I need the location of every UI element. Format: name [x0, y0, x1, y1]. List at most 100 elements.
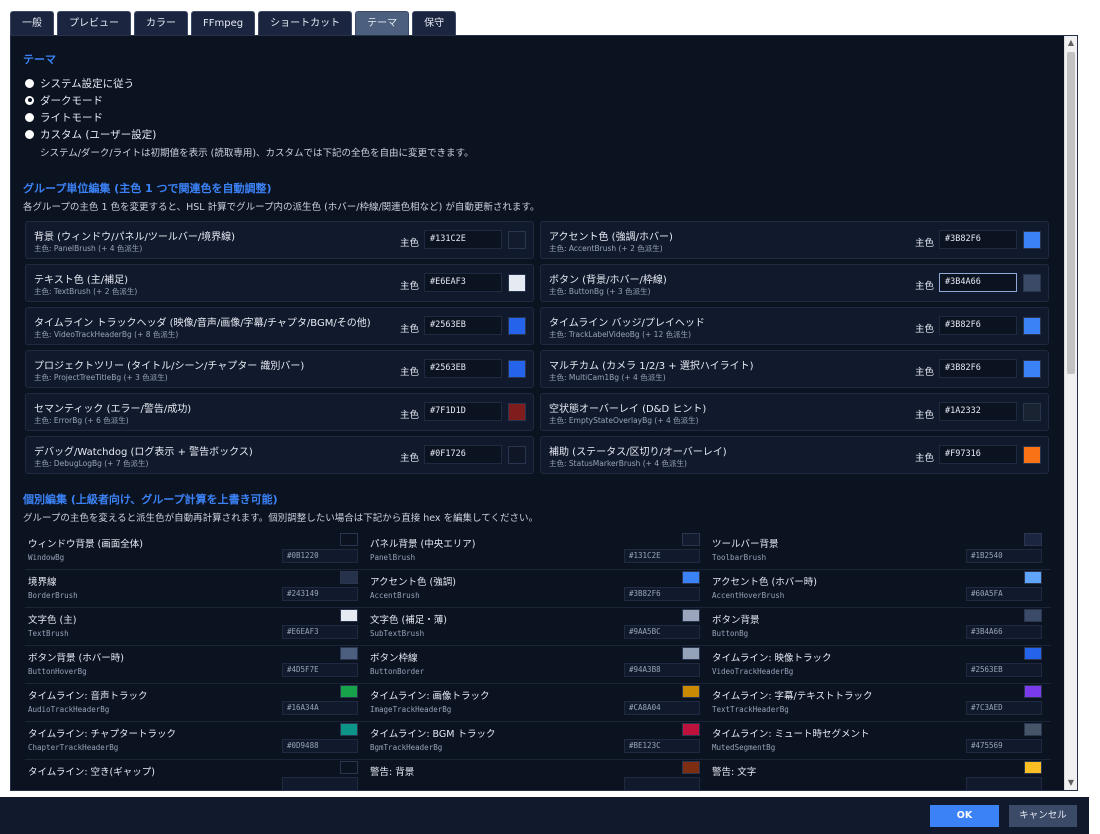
hex-input[interactable]: #131C2E — [624, 549, 700, 563]
group-title: タイムライン バッジ/プレイヘッド — [549, 318, 705, 329]
color-swatch-button[interactable] — [1024, 571, 1042, 584]
hex-input[interactable]: #E6EAF3 — [282, 625, 358, 639]
color-swatch-button[interactable] — [508, 403, 526, 421]
hex-input[interactable]: #CA8A04 — [624, 701, 700, 715]
group-card: ボタン (背景/ホバー/枠線) 主色: ButtonBg (+ 3 色派生) 主色 #… — [540, 264, 1049, 302]
color-swatch-button[interactable] — [508, 231, 526, 249]
primary-hex-input[interactable]: #3B82F6 — [939, 230, 1017, 249]
color-swatch-button[interactable] — [1024, 533, 1042, 546]
color-swatch-button[interactable] — [682, 685, 700, 698]
hex-input[interactable] — [966, 777, 1042, 790]
color-swatch-button[interactable] — [340, 647, 358, 660]
hex-input[interactable]: #243149 — [282, 587, 358, 601]
hex-input[interactable]: #4D5F7E — [282, 663, 358, 677]
tab-5[interactable]: テーマ — [355, 11, 410, 35]
color-item-name: タイムライン: 画像トラック — [370, 691, 490, 702]
scrollbar-thumb[interactable] — [1067, 52, 1075, 374]
primary-hex-input[interactable]: #1A2332 — [939, 402, 1017, 421]
individual-color-item: タイムライン: 空き(ギャップ) — [25, 760, 367, 790]
hex-input[interactable]: #60A5FA — [966, 587, 1042, 601]
color-swatch-button[interactable] — [340, 571, 358, 584]
color-swatch-button[interactable] — [1023, 231, 1041, 249]
theme-option-2[interactable]: ライトモード — [25, 109, 103, 125]
theme-option-3[interactable]: カスタム (ユーザー設定) — [25, 126, 156, 142]
primary-hex-input[interactable]: #131C2E — [424, 230, 502, 249]
primary-hex-input[interactable]: #7F1D1D — [424, 402, 502, 421]
color-swatch-button[interactable] — [1024, 647, 1042, 660]
color-swatch-button[interactable] — [508, 317, 526, 335]
color-swatch-button[interactable] — [1023, 446, 1041, 464]
primary-hex-input[interactable]: #3B82F6 — [939, 316, 1017, 335]
color-item-key: BorderBrush — [28, 591, 78, 600]
color-item-key: ButtonHoverBg — [28, 667, 87, 676]
tab-bar: 一般 プレビュー カラー FFmpeg ショートカット テーマ 保守 — [10, 11, 457, 35]
primary-hex-input[interactable]: #0F1726 — [424, 445, 502, 464]
primary-hex-input[interactable]: #E6EAF3 — [424, 273, 502, 292]
tab-3[interactable]: FFmpeg — [191, 11, 256, 35]
tab-4[interactable]: ショートカット — [258, 11, 353, 35]
color-item-name: タイムライン: 音声トラック — [28, 691, 148, 702]
radio-button[interactable] — [25, 112, 34, 122]
color-swatch-button[interactable] — [682, 761, 700, 774]
hex-input[interactable]: #9AA5BC — [624, 625, 700, 639]
hex-input[interactable]: #0B1220 — [282, 549, 358, 563]
hex-input[interactable]: #3B4A66 — [966, 625, 1042, 639]
tab-1[interactable]: プレビュー — [57, 11, 131, 35]
theme-option-0[interactable]: システム設定に従う — [25, 75, 134, 91]
hex-input[interactable]: #7C3AED — [966, 701, 1042, 715]
color-swatch-button[interactable] — [682, 609, 700, 622]
ok-button[interactable]: OK — [930, 805, 999, 827]
radio-button[interactable] — [25, 78, 34, 88]
primary-hex-input[interactable]: #3B82F6 — [939, 359, 1017, 378]
radio-button[interactable] — [25, 95, 34, 105]
tab-6[interactable]: 保守 — [412, 11, 457, 35]
color-swatch-button[interactable] — [340, 685, 358, 698]
color-swatch-button[interactable] — [1024, 723, 1042, 736]
vertical-scrollbar[interactable]: ▲ ▼ — [1064, 36, 1077, 790]
color-swatch-button[interactable] — [682, 647, 700, 660]
hex-input[interactable]: #94A3B8 — [624, 663, 700, 677]
color-swatch-button[interactable] — [340, 723, 358, 736]
tab-2[interactable]: カラー — [134, 11, 188, 35]
scroll-down-icon[interactable]: ▼ — [1065, 776, 1077, 790]
color-swatch-button[interactable] — [1023, 274, 1041, 292]
color-swatch-button[interactable] — [340, 609, 358, 622]
color-swatch-button[interactable] — [1023, 403, 1041, 421]
hex-input[interactable]: #1B2540 — [966, 549, 1042, 563]
cancel-button[interactable]: キャンセル — [1009, 805, 1077, 827]
hex-input[interactable]: #0D9488 — [282, 739, 358, 753]
color-swatch-button[interactable] — [508, 446, 526, 464]
primary-hex-input[interactable]: #2563EB — [424, 316, 502, 335]
color-item-key: TextTrackHeaderBg — [712, 705, 789, 714]
theme-option-1[interactable]: ダークモード — [25, 92, 103, 108]
color-swatch-button[interactable] — [682, 571, 700, 584]
color-swatch-button[interactable] — [1023, 317, 1041, 335]
color-swatch-button[interactable] — [682, 723, 700, 736]
color-swatch-button[interactable] — [508, 274, 526, 292]
hex-input[interactable]: #2563EB — [966, 663, 1042, 677]
hex-input[interactable]: #475569 — [966, 739, 1042, 753]
color-swatch-button[interactable] — [1024, 761, 1042, 774]
color-swatch-button[interactable] — [340, 533, 358, 546]
hex-input[interactable]: #3B82F6 — [624, 587, 700, 601]
color-swatch-button[interactable] — [682, 533, 700, 546]
hex-input[interactable]: #16A34A — [282, 701, 358, 715]
individual-color-item: タイムライン: 映像トラック VideoTrackHeaderBg #2563EB — [709, 646, 1051, 684]
hex-input[interactable]: #BE123C — [624, 739, 700, 753]
color-swatch-button[interactable] — [508, 360, 526, 378]
scroll-up-icon[interactable]: ▲ — [1065, 36, 1077, 50]
color-swatch-button[interactable] — [1023, 360, 1041, 378]
hex-input[interactable] — [282, 777, 358, 790]
primary-hex-input[interactable]: #3B4A66 — [939, 273, 1017, 292]
color-swatch-button[interactable] — [340, 761, 358, 774]
primary-hex-input[interactable]: #F97316 — [939, 445, 1017, 464]
primary-color-label: 主色 — [914, 281, 934, 292]
radio-button[interactable] — [25, 129, 34, 139]
tab-0[interactable]: 一般 — [10, 11, 54, 35]
color-swatch-button[interactable] — [1024, 685, 1042, 698]
primary-hex-input[interactable]: #2563EB — [424, 359, 502, 378]
color-swatch-button[interactable] — [1024, 609, 1042, 622]
theme-section-title: テーマ — [23, 53, 56, 66]
color-item-key: AudioTrackHeaderBg — [28, 705, 110, 714]
hex-input[interactable] — [624, 777, 700, 790]
